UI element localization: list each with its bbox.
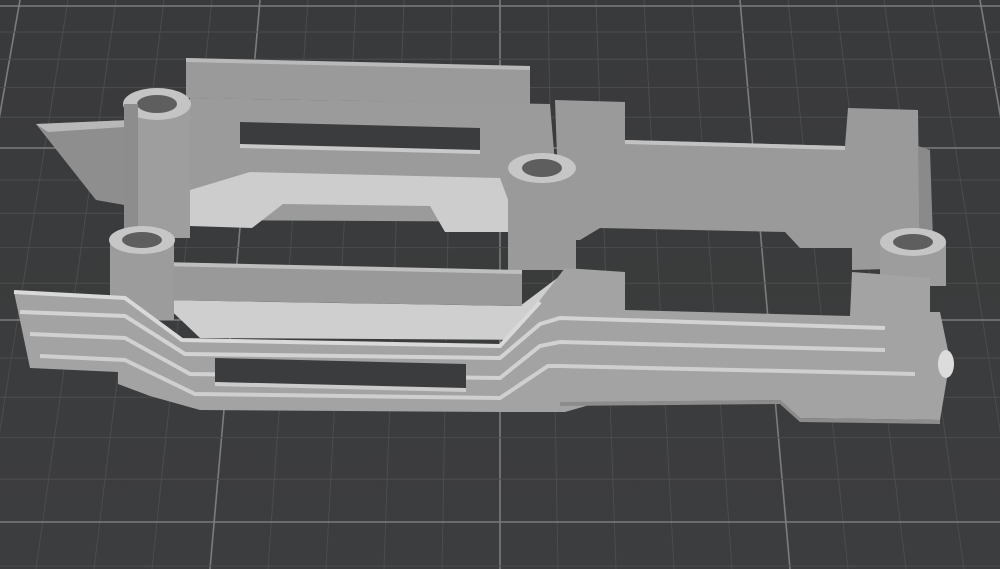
axis-indicator-label: [0, 0, 14, 60]
build-plate-scene[interactable]: [0, 0, 1000, 569]
3d-viewport[interactable]: [0, 0, 1000, 569]
